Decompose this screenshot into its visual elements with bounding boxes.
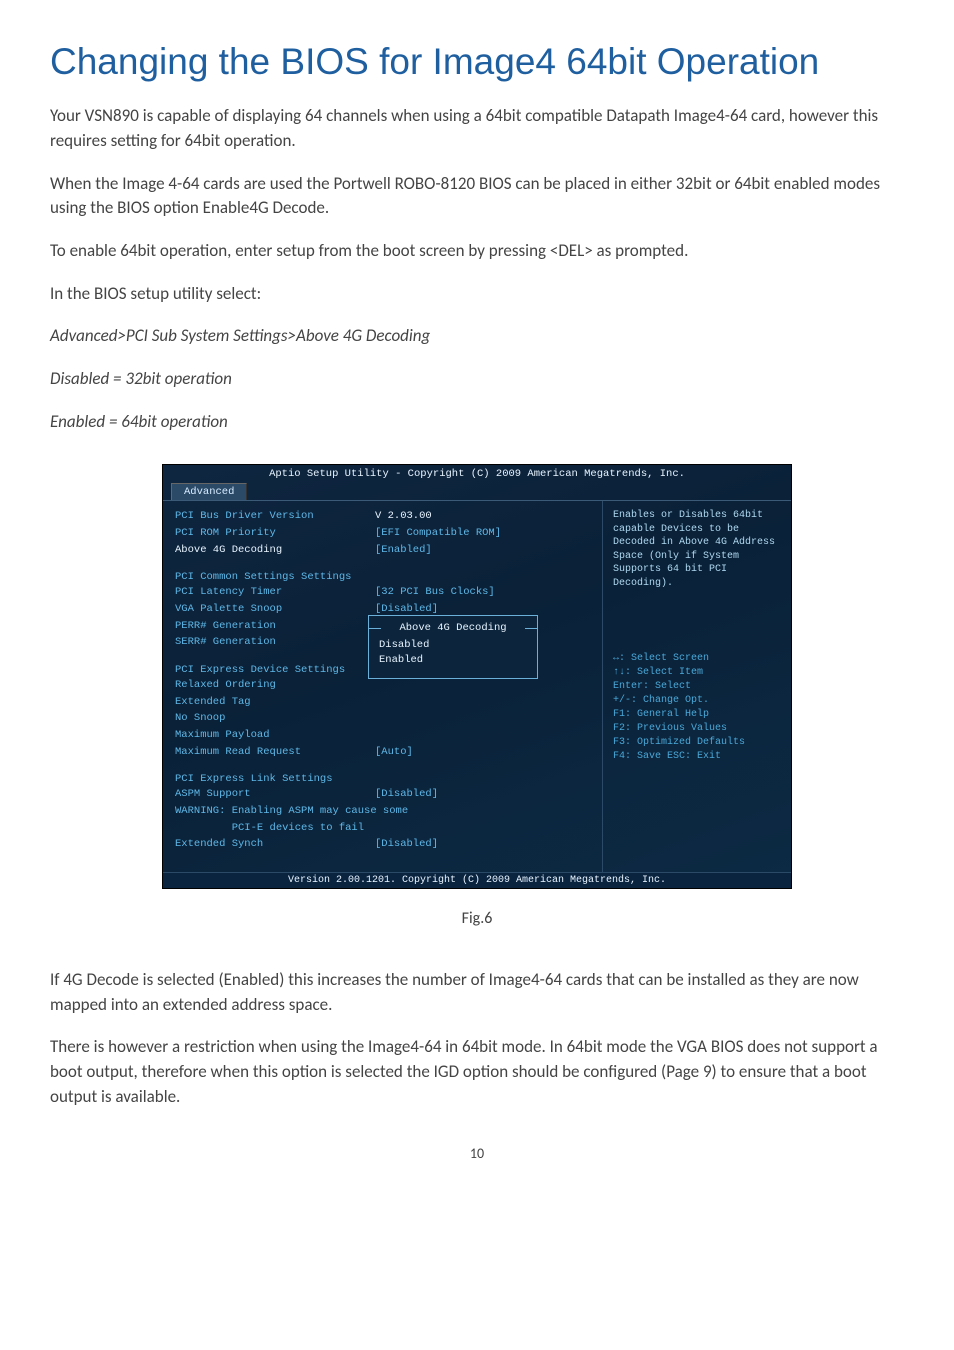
bios-footer: Version 2.00.1201. Copyright (C) 2009 Am… (163, 872, 791, 888)
bios-label[interactable]: Extended Tag (175, 695, 375, 710)
key-hint: F2: Previous Values (613, 722, 781, 736)
bios-label[interactable]: VGA Palette Snoop (175, 602, 375, 617)
bios-label-selected[interactable]: Above 4G Decoding (175, 543, 375, 558)
body-paragraph: There is however a restriction when usin… (50, 1035, 904, 1109)
bios-label[interactable]: No Snoop (175, 711, 375, 726)
bios-label[interactable]: PCI Latency Timer (175, 585, 375, 600)
bios-label[interactable]: Maximum Read Request (175, 745, 375, 760)
body-paragraph: In the BIOS setup utility select: (50, 282, 904, 307)
bios-value: [Disabled] (375, 837, 438, 852)
bios-section-header: PCI Common Settings Settings (175, 571, 592, 583)
body-paragraph: To enable 64bit operation, enter setup f… (50, 239, 904, 264)
bios-popup-title: Above 4G Decoding (379, 622, 527, 634)
key-hint: ↑↓: Select Item (613, 666, 781, 680)
page-title: Changing the BIOS for Image4 64bit Opera… (50, 40, 904, 84)
bios-value: V 2.03.00 (375, 509, 432, 524)
bios-value: [Disabled] (375, 787, 438, 802)
bios-title-bar: Aptio Setup Utility - Copyright (C) 2009… (163, 465, 791, 483)
popup-option-enabled[interactable]: Enabled (379, 653, 527, 668)
bios-label[interactable]: SERR# Generation (175, 635, 375, 650)
bios-label[interactable]: PCI ROM Priority (175, 526, 375, 541)
popup-option-disabled[interactable]: Disabled (379, 638, 527, 653)
bios-help-text: Enables or Disables 64bit capable Device… (613, 509, 781, 590)
bios-warning: WARNING: Enabling ASPM may cause some (175, 804, 592, 819)
page-number: 10 (50, 1145, 904, 1162)
bios-label[interactable]: Relaxed Ordering (175, 678, 375, 693)
key-hint: F1: General Help (613, 708, 781, 722)
tab-advanced[interactable]: Advanced (171, 483, 247, 500)
bios-label[interactable]: ASPM Support (175, 787, 375, 802)
bios-label[interactable]: PERR# Generation (175, 619, 375, 634)
option-meaning: Enabled = 64bit operation (50, 410, 904, 435)
bios-value: [32 PCI Bus Clocks] (375, 585, 495, 600)
bios-section-header: PCI Express Link Settings (175, 773, 592, 785)
bios-value: [Auto] (375, 745, 413, 760)
key-hint: ↔: Select Screen (613, 652, 781, 666)
option-meaning: Disabled = 32bit operation (50, 367, 904, 392)
bios-value: [EFI Compatible ROM] (375, 526, 501, 541)
key-hint: Enter: Select (613, 680, 781, 694)
figure-caption: Fig.6 (50, 909, 904, 928)
body-paragraph: If 4G Decode is selected (Enabled) this … (50, 968, 904, 1017)
body-paragraph: Your VSN890 is capable of displaying 64 … (50, 104, 904, 153)
bios-label: PCI Bus Driver Version (175, 509, 375, 524)
bios-key-help: ↔: Select Screen ↑↓: Select Item Enter: … (613, 652, 781, 764)
bios-warning: PCI-E devices to fail (175, 821, 592, 836)
bios-screenshot: Aptio Setup Utility - Copyright (C) 2009… (162, 464, 792, 889)
bios-label[interactable]: Extended Synch (175, 837, 375, 852)
key-hint: F4: Save ESC: Exit (613, 750, 781, 764)
key-hint: +/-: Change Opt. (613, 694, 781, 708)
key-hint: F3: Optimized Defaults (613, 736, 781, 750)
bios-value: [Enabled] (375, 543, 432, 558)
bios-path: Advanced>PCI Sub System Settings>Above 4… (50, 324, 904, 349)
body-paragraph: When the Image 4-64 cards are used the P… (50, 172, 904, 221)
bios-popup: Above 4G Decoding Disabled Enabled (368, 615, 538, 678)
bios-label[interactable]: Maximum Payload (175, 728, 375, 743)
